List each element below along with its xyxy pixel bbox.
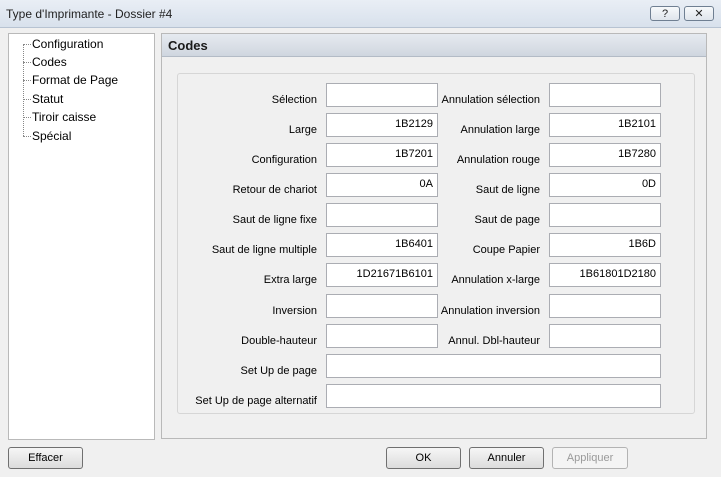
tree-item-label: Statut: [32, 92, 64, 106]
annulation-inversion-label: Annulation inversion: [440, 305, 540, 317]
extra-large-field[interactable]: 1D21671B6101: [326, 263, 438, 287]
annul-dbl-hauteur-label: Annul. Dbl-hauteur: [448, 335, 540, 347]
tree-item-label: Codes: [32, 55, 67, 69]
section-title: Codes: [168, 38, 208, 53]
retour-chariot-label: Retour de chariot: [232, 184, 317, 196]
help-icon: ?: [661, 7, 669, 20]
annulation-selection-label: Annulation sélection: [441, 94, 540, 106]
saut-ligne-multiple-field[interactable]: 1B6401: [326, 233, 438, 257]
setup-page-alt-field[interactable]: [326, 384, 661, 408]
appliquer-button[interactable]: Appliquer: [552, 447, 628, 469]
selection-label: Sélection: [271, 94, 317, 106]
tree-item-label: Configuration: [32, 37, 104, 51]
annul-dbl-hauteur-field[interactable]: [549, 324, 661, 348]
saut-page-label: Saut de page: [474, 214, 540, 226]
saut-ligne-multiple-label: Saut de ligne multiple: [211, 244, 317, 256]
navigation-tree: Configuration Codes Format de Page Statu…: [8, 33, 155, 440]
saut-ligne-field[interactable]: 0D: [549, 173, 661, 197]
help-button[interactable]: ?: [650, 6, 680, 21]
double-hauteur-field[interactable]: [326, 324, 438, 348]
annulation-large-field[interactable]: 1B2101: [549, 113, 661, 137]
retour-chariot-field[interactable]: 0A: [326, 173, 438, 197]
close-button[interactable]: ✕: [684, 6, 714, 21]
inversion-label: Inversion: [272, 305, 317, 317]
annulation-rouge-field[interactable]: 1B7280: [549, 143, 661, 167]
tree-item-label: Tiroir caisse: [32, 110, 97, 124]
annulation-rouge-label: Annulation rouge: [456, 154, 540, 166]
annulation-large-label: Annulation large: [460, 124, 540, 136]
large-label: Large: [288, 124, 317, 136]
setup-page-field[interactable]: [326, 354, 661, 378]
effacer-button[interactable]: Effacer: [8, 447, 83, 469]
large-field[interactable]: 1B2129: [326, 113, 438, 137]
inversion-field[interactable]: [326, 294, 438, 318]
coupe-papier-field[interactable]: 1B6D: [549, 233, 661, 257]
configuration-field[interactable]: 1B7201: [326, 143, 438, 167]
setup-page-alt-label: Set Up de page alternatif: [195, 395, 317, 407]
coupe-papier-label: Coupe Papier: [472, 244, 540, 256]
annulation-selection-field[interactable]: [549, 83, 661, 107]
saut-page-field[interactable]: [549, 203, 661, 227]
tree-item-label: Format de Page: [32, 73, 119, 87]
codes-panel: Codes Sélection Annulation sélection Lar…: [161, 33, 707, 439]
annulation-inversion-field[interactable]: [549, 294, 661, 318]
title-bar: Type d'Imprimante - Dossier #4 ? ✕: [0, 0, 721, 28]
section-header: Codes: [162, 34, 706, 57]
annulation-xlarge-label: Annulation x-large: [451, 274, 540, 286]
tree-item-label: Spécial: [32, 129, 72, 143]
configuration-label: Configuration: [251, 154, 317, 166]
selection-field[interactable]: [326, 83, 438, 107]
window-title: Type d'Imprimante - Dossier #4: [6, 7, 173, 21]
double-hauteur-label: Double-hauteur: [241, 335, 317, 347]
tree-connector: [23, 44, 24, 136]
saut-ligne-fixe-field[interactable]: [326, 203, 438, 227]
annuler-button[interactable]: Annuler: [469, 447, 544, 469]
close-icon: ✕: [694, 8, 704, 20]
saut-ligne-label: Saut de ligne: [475, 184, 540, 196]
extra-large-label: Extra large: [263, 274, 317, 286]
annulation-xlarge-field[interactable]: 1B61801D2180: [549, 263, 661, 287]
setup-page-label: Set Up de page: [240, 365, 317, 377]
ok-button[interactable]: OK: [386, 447, 461, 469]
saut-ligne-fixe-label: Saut de ligne fixe: [232, 214, 317, 226]
